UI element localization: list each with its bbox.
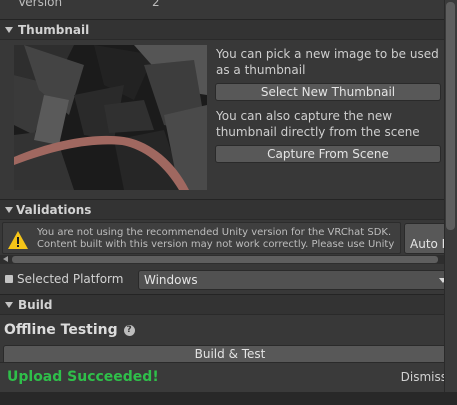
version-value: 2 [152,0,160,9]
offline-testing-title: Offline Testing [4,322,118,338]
thumbnail-pick-text: You can pick a new image to be used as a… [216,47,439,77]
capture-from-scene-button[interactable]: Capture From Scene [215,145,441,163]
version-row: Version 2 [0,0,444,14]
auto-fix-label: Auto F [410,237,449,251]
validations-section-title: Validations [16,202,92,217]
chevron-down-icon [5,26,13,33]
validation-line-2: Content built with this version may not … [37,239,395,250]
selected-platform-text: Selected Platform [17,272,124,286]
thumbnail-image [14,45,207,190]
validation-warning-box: You are not using the recommended Unity … [2,222,401,254]
offline-testing-heading: Offline Testing ? [4,322,135,338]
chevron-down-icon [5,301,13,308]
build-section-header[interactable]: Build [0,294,444,315]
chevron-down-icon [5,206,13,213]
select-new-thumbnail-button[interactable]: Select New Thumbnail [215,83,441,101]
platform-dropdown-value: Windows [144,273,198,287]
help-icon[interactable]: ? [123,324,135,336]
horizontal-scrollbar[interactable] [0,255,457,264]
build-and-test-button[interactable]: Build & Test [3,345,457,363]
vertical-scrollbar[interactable] [444,0,457,392]
scroll-left-icon[interactable] [3,256,8,262]
warning-icon [8,231,28,249]
validations-section-header[interactable]: Validations [0,199,444,220]
status-bar: Upload Succeeded! Dismiss [0,362,457,392]
upload-status-message: Upload Succeeded! [7,369,159,385]
bottom-strip [0,392,457,405]
selected-platform-label: Selected Platform [5,272,123,286]
platform-dropdown[interactable]: Windows [138,270,453,290]
thumbnail-capture-text: You can also capture the new thumbnail d… [216,109,420,139]
version-label: Version [18,0,63,9]
vertical-scroll-thumb[interactable] [446,2,455,230]
thumbnail-section-header[interactable]: Thumbnail [0,19,444,40]
validation-line-1: You are not using the recommended Unity … [37,227,392,238]
horizontal-scroll-thumb[interactable] [12,256,438,263]
validation-message: You are not using the recommended Unity … [37,227,397,251]
platform-icon [5,275,13,283]
dismiss-link[interactable]: Dismiss [401,370,447,384]
build-section-title: Build [18,297,53,312]
vrchat-builder-panel: Version 2 Thumbnail You can pick a new i… [0,0,457,405]
thumbnail-section-title: Thumbnail [18,22,90,37]
